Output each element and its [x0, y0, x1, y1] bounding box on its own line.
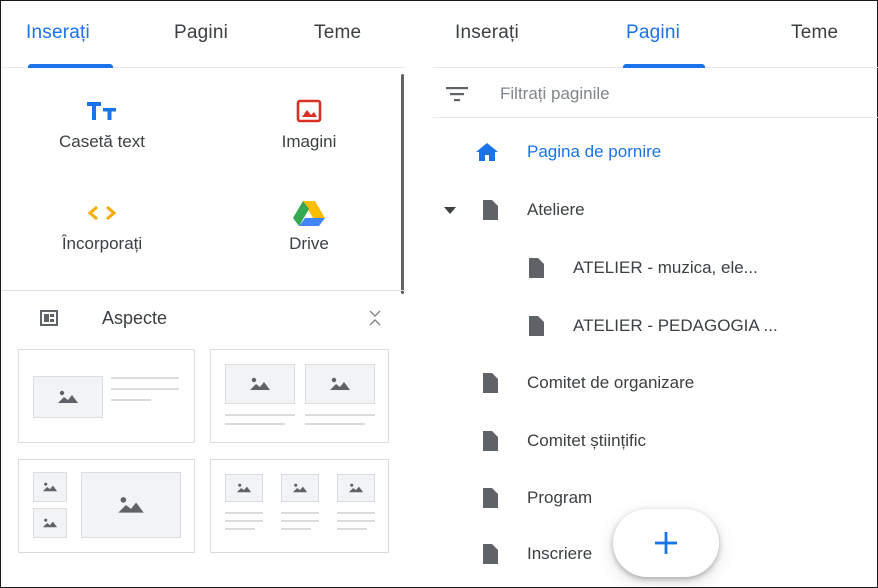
- filter-icon[interactable]: [446, 86, 468, 107]
- page-label: Program: [527, 488, 593, 507]
- image-placeholder: [225, 474, 263, 502]
- page-icon: [481, 543, 503, 565]
- tab-insert[interactable]: Inserați: [455, 22, 519, 44]
- text-line: [225, 423, 285, 425]
- tab-pages[interactable]: Pagini: [626, 22, 680, 44]
- image-placeholder-icon: [236, 483, 252, 493]
- text-box-icon: [12, 96, 192, 126]
- insert-embed-label: Încorporați: [61, 234, 143, 253]
- text-line: [225, 528, 255, 530]
- text-line: [281, 520, 319, 522]
- insert-drive-button[interactable]: Drive: [219, 198, 399, 254]
- app-frame: Inserați Pagini Teme Casetă text Imagini…: [0, 0, 878, 588]
- expand-arrow-icon[interactable]: [443, 205, 465, 215]
- text-line: [281, 512, 319, 514]
- layouts-icon: [40, 310, 58, 331]
- image-placeholder-icon: [348, 483, 364, 493]
- text-line: [305, 423, 365, 425]
- text-line: [111, 388, 179, 390]
- image-placeholder-icon: [42, 518, 58, 528]
- layouts-section-label: Aspecte: [102, 308, 168, 328]
- page-filter[interactable]: Filtrați paginile: [433, 70, 878, 118]
- active-tab-indicator: [623, 64, 705, 68]
- page-icon: [481, 372, 503, 394]
- page-icon: [481, 430, 503, 452]
- image-placeholder-icon: [330, 377, 350, 390]
- image-placeholder-icon: [250, 377, 270, 390]
- page-label: ATELIER - PEDAGOGIA ...: [573, 316, 778, 335]
- image-placeholder: [281, 474, 319, 502]
- page-item-atelier-pedagogia[interactable]: ATELIER - PEDAGOGIA ...: [527, 306, 778, 346]
- page-label: Comitet de organizare: [527, 373, 695, 392]
- text-line: [337, 512, 375, 514]
- image-placeholder: [33, 472, 67, 502]
- page-item-program[interactable]: Program: [481, 478, 592, 518]
- image-icon: [219, 96, 399, 126]
- layout-option-1[interactable]: [18, 349, 195, 443]
- image-placeholder-icon: [42, 482, 58, 492]
- page-label: Comitet științific: [527, 431, 647, 450]
- image-placeholder-icon: [118, 497, 144, 513]
- text-line: [305, 414, 375, 416]
- image-placeholder-icon: [58, 390, 78, 403]
- text-line: [111, 399, 151, 401]
- page-label: Ateliere: [527, 200, 585, 219]
- text-line: [111, 377, 179, 379]
- collapse-icon[interactable]: [368, 308, 382, 333]
- page-icon: [527, 257, 549, 279]
- page-label: Pagina de pornire: [527, 142, 662, 161]
- page-icon: [527, 315, 549, 337]
- layout-option-2[interactable]: [210, 349, 389, 443]
- page-item-comitet-organizare[interactable]: Comitet de organizare: [481, 363, 694, 403]
- insert-images-label: Imagini: [281, 132, 337, 151]
- tab-pages[interactable]: Pagini: [174, 22, 228, 44]
- tab-themes[interactable]: Teme: [791, 22, 838, 44]
- page-label: Inscriere: [527, 544, 593, 563]
- layouts-section-header[interactable]: Aspecte: [2, 302, 405, 336]
- insert-text-box-label: Casetă text: [59, 132, 145, 151]
- page-item-comitet-stiintific[interactable]: Comitet științific: [481, 421, 646, 461]
- image-placeholder: [81, 472, 181, 538]
- layout-option-4[interactable]: [210, 459, 389, 553]
- tab-themes[interactable]: Teme: [314, 22, 361, 44]
- active-tab-indicator: [28, 64, 113, 68]
- left-panel: Inserați Pagini Teme Casetă text Imagini…: [2, 2, 405, 588]
- left-tab-bar: Inserați Pagini Teme: [2, 2, 405, 68]
- page-label: ATELIER - muzica, ele...: [573, 258, 758, 277]
- page-item-ateliere[interactable]: Ateliere: [443, 190, 585, 230]
- image-placeholder: [337, 474, 375, 502]
- page-item-home[interactable]: Pagina de pornire: [475, 132, 661, 172]
- text-line: [225, 512, 263, 514]
- add-icon: [655, 532, 677, 554]
- text-line: [337, 528, 367, 530]
- right-tab-bar: Inserați Pagini Teme: [433, 2, 878, 68]
- image-placeholder: [305, 364, 375, 404]
- text-line: [225, 414, 295, 416]
- scrollbar[interactable]: [401, 74, 404, 294]
- home-icon: [475, 142, 501, 162]
- image-placeholder: [33, 508, 67, 538]
- image-placeholder-icon: [292, 483, 308, 493]
- right-panel: Inserați Pagini Teme Filtrați paginile P…: [433, 2, 878, 588]
- embed-code-icon: [12, 198, 192, 228]
- insert-embed-button[interactable]: Încorporați: [12, 198, 192, 254]
- insert-text-box-button[interactable]: Casetă text: [12, 96, 192, 152]
- page-icon: [481, 199, 503, 221]
- add-page-button[interactable]: [613, 509, 719, 577]
- page-item-atelier-muzica[interactable]: ATELIER - muzica, ele...: [527, 248, 758, 288]
- image-placeholder: [33, 376, 103, 418]
- insert-drive-label: Drive: [289, 234, 329, 253]
- image-placeholder: [225, 364, 295, 404]
- filter-input[interactable]: Filtrați paginile: [500, 84, 610, 104]
- insert-images-button[interactable]: Imagini: [219, 96, 399, 152]
- text-line: [225, 520, 263, 522]
- tab-insert[interactable]: Inserați: [26, 22, 90, 44]
- text-line: [281, 528, 311, 530]
- google-drive-icon: [219, 198, 399, 228]
- text-line: [337, 520, 375, 522]
- page-icon: [481, 487, 503, 509]
- section-divider: [2, 290, 405, 291]
- layout-option-3[interactable]: [18, 459, 195, 553]
- page-item-inscriere[interactable]: Inscriere: [481, 534, 592, 574]
